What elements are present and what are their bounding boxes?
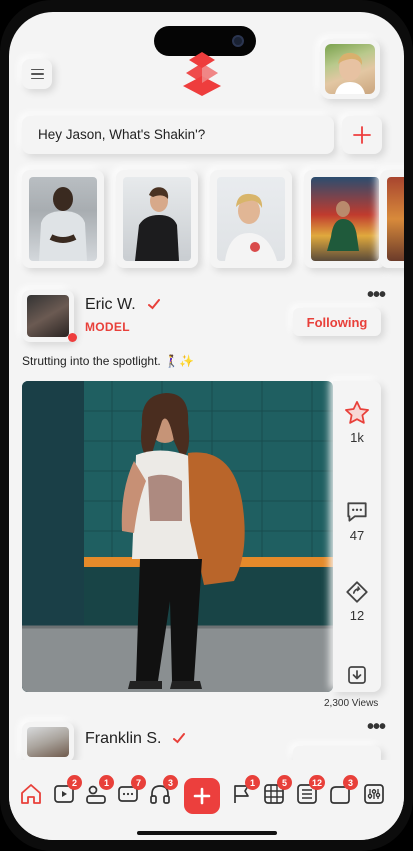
following-button[interactable]: Following	[293, 308, 381, 336]
story-1[interactable]	[22, 170, 104, 268]
badge: 5	[277, 775, 292, 790]
download-icon	[348, 666, 366, 684]
story-5[interactable]	[380, 170, 404, 268]
shares-count: 12	[349, 608, 365, 623]
story-image	[217, 177, 285, 261]
share-icon	[346, 581, 368, 603]
verified-icon	[173, 733, 185, 744]
follow-button[interactable]	[293, 746, 381, 760]
app-screen: Hey Jason, What's Shakin'? Eric W. MODEL…	[9, 12, 404, 840]
tab-flag[interactable]: 1	[230, 775, 260, 806]
comment-action[interactable]: 47	[333, 499, 381, 543]
menu-button[interactable]	[22, 59, 52, 89]
save-action[interactable]	[333, 663, 381, 690]
view-count: 2,300 Views	[324, 698, 379, 709]
badge: 7	[131, 775, 146, 790]
settings-icon	[364, 784, 384, 804]
story-image	[311, 177, 379, 261]
status-input[interactable]: Hey Jason, What's Shakin'?	[22, 116, 334, 154]
tab-video[interactable]: 2	[52, 775, 82, 806]
star-icon	[345, 401, 369, 424]
user-avatar	[325, 44, 375, 94]
post-caption: Strutting into the spotlight. 🚶‍♀️✨	[22, 354, 194, 368]
badge: 2	[67, 775, 82, 790]
home-indicator	[137, 831, 277, 835]
stacked-diamond-logo[interactable]	[181, 52, 223, 96]
badge: 1	[99, 775, 114, 790]
author-name[interactable]: Eric W.	[85, 296, 136, 314]
bottom-tab-bar: 2 1 7 3 1 5 12 3	[9, 760, 404, 840]
post-image[interactable]	[22, 381, 333, 692]
story-2[interactable]	[116, 170, 198, 268]
post-actions: 1k 47 12	[333, 381, 381, 692]
badge: 12	[308, 775, 325, 790]
badge: 3	[343, 775, 358, 790]
comment-icon	[347, 502, 367, 522]
add-icon	[193, 787, 211, 805]
tab-grid[interactable]: 5	[262, 775, 292, 806]
comments-count: 47	[349, 528, 365, 543]
tab-add[interactable]	[184, 778, 220, 814]
home-icon	[21, 784, 41, 804]
author-name[interactable]: Franklin S.	[85, 730, 161, 748]
add-post-button[interactable]	[342, 116, 382, 154]
badge: 1	[245, 775, 260, 790]
hamburger-icon	[30, 68, 44, 71]
tab-settings[interactable]	[362, 782, 386, 806]
more-options-icon[interactable]: •••	[367, 284, 386, 307]
story-4[interactable]	[304, 170, 386, 268]
story-image	[123, 177, 191, 261]
stories-row	[22, 170, 404, 270]
share-action[interactable]: 12	[333, 579, 381, 623]
tab-home[interactable]	[19, 782, 43, 806]
badge: 3	[163, 775, 178, 790]
more-options-icon[interactable]: •••	[367, 716, 386, 739]
author-photo	[27, 727, 69, 757]
author-role-tag: MODEL	[85, 320, 130, 334]
likes-count: 1k	[350, 430, 364, 445]
author-avatar[interactable]	[22, 722, 74, 762]
plus-icon	[353, 126, 371, 144]
story-image	[387, 177, 404, 261]
story-image	[29, 177, 97, 261]
author-photo	[27, 295, 69, 337]
next-post-header: Franklin S. •••	[22, 716, 394, 762]
tab-tag[interactable]: 3	[328, 775, 358, 806]
like-action[interactable]: 1k	[333, 399, 381, 445]
tab-audio[interactable]: 3	[148, 775, 178, 806]
post-header: Eric W. MODEL ••• Following	[22, 284, 394, 350]
verified-icon	[148, 299, 160, 310]
tab-chat[interactable]: 7	[116, 775, 146, 806]
camera-icon	[232, 35, 244, 47]
online-indicator	[68, 333, 77, 342]
profile-avatar[interactable]	[320, 39, 380, 99]
story-3[interactable]	[210, 170, 292, 268]
tab-friends[interactable]: 1	[84, 775, 114, 806]
author-avatar[interactable]	[22, 290, 74, 342]
phone-frame: Hey Jason, What's Shakin'? Eric W. MODEL…	[0, 0, 413, 851]
tab-list[interactable]: 12	[295, 775, 325, 806]
